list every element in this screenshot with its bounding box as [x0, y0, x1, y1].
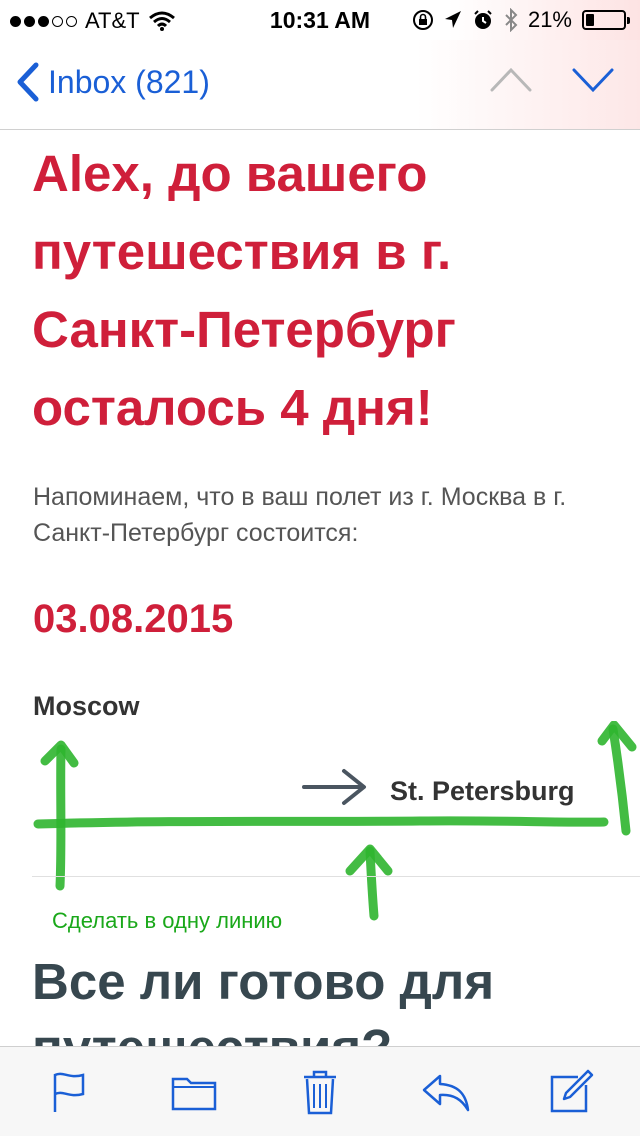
origin-city: Moscow	[33, 691, 140, 721]
bottom-toolbar	[0, 1046, 640, 1136]
next-message-icon[interactable]	[572, 66, 614, 94]
alarm-icon	[474, 10, 492, 29]
email-headline: Alex, до вашего путешествия в г. Санкт-П…	[32, 145, 456, 436]
bluetooth-icon	[505, 8, 518, 32]
back-chevron-icon	[17, 62, 39, 102]
annotation-note: Сделать в одну линию	[52, 908, 283, 933]
trash-icon	[303, 1070, 336, 1114]
message-nav-arrows	[490, 66, 614, 94]
reminder-text: Напоминаем, что в ваш полет из г. Москва…	[33, 483, 567, 547]
flag-icon	[53, 1072, 85, 1112]
flight-date: 03.08.2015	[33, 597, 234, 641]
section-title: Все ли готово для путешествия?	[32, 953, 495, 1046]
email-body[interactable]: Alex, до вашего путешествия в г. Санкт-П…	[0, 131, 640, 1046]
battery-icon	[582, 10, 630, 30]
status-bar: AT&T 10:31 AM 21%	[0, 0, 640, 40]
back-label: Inbox (821)	[48, 63, 210, 100]
previous-message-icon[interactable]	[490, 66, 532, 94]
reply-button[interactable]	[416, 1062, 476, 1122]
compose-icon	[550, 1069, 594, 1112]
flag-button[interactable]	[39, 1062, 99, 1122]
compose-button[interactable]	[541, 1062, 601, 1122]
location-icon	[444, 11, 461, 28]
reply-icon	[422, 1074, 469, 1111]
back-to-inbox-button[interactable]: Inbox (821)	[16, 62, 210, 102]
battery-level	[586, 14, 594, 26]
trash-button[interactable]	[290, 1062, 350, 1122]
nav-bar: Inbox (821)	[0, 40, 640, 130]
battery-percent: 21%	[527, 7, 572, 32]
rotation-lock-icon	[412, 10, 433, 30]
hand-drawn-annotation	[33, 721, 637, 921]
move-to-folder-button[interactable]	[164, 1062, 224, 1122]
folder-icon	[172, 1077, 217, 1110]
status-right-group: 21%	[412, 7, 630, 33]
section-divider	[32, 876, 640, 877]
